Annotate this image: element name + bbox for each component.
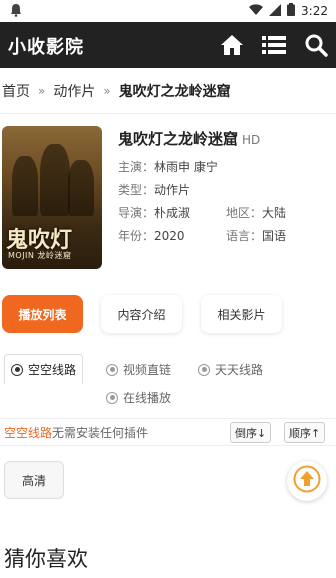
radio-icon xyxy=(106,363,118,376)
battery-icon xyxy=(287,3,296,19)
poster-subtitle: MOJIN 龙岭迷窟 xyxy=(8,251,72,260)
tab-related[interactable]: 相关影片 xyxy=(201,295,282,333)
breadcrumb-category[interactable]: 动作片 xyxy=(53,81,95,101)
cast-value: 林雨申 康宁 xyxy=(154,160,218,174)
year-label: 年份： xyxy=(118,229,155,243)
language-label: 语言： xyxy=(226,229,263,243)
app-title[interactable]: 小收影院 xyxy=(8,33,84,59)
cast-label: 主演： xyxy=(118,160,155,174)
language-value: 国语 xyxy=(262,229,287,243)
menu-list-icon[interactable] xyxy=(260,31,288,59)
movie-title: 鬼吹灯之龙岭迷窟 HD xyxy=(118,128,334,149)
cast-row: 主演：林雨申 康宁 xyxy=(118,158,334,174)
director-label: 导演： xyxy=(118,206,155,220)
arrow-up-icon xyxy=(293,465,321,497)
source-online[interactable]: 在线播放 xyxy=(106,389,171,406)
clock: 3:22 xyxy=(301,4,328,18)
source-direct-link[interactable]: 视频直链 xyxy=(106,361,171,378)
director-value: 朴成淑 xyxy=(154,206,191,220)
status-bar: 3:22 xyxy=(0,0,336,22)
sort-desc-button[interactable]: 倒序↓ xyxy=(230,422,272,443)
search-icon[interactable] xyxy=(302,31,330,59)
source-info-row: 空空线路 无需安装任何插件 倒序↓ 顺序↑ xyxy=(0,418,336,446)
source-kongkong[interactable]: 空空线路 xyxy=(4,354,84,384)
movie-poster[interactable]: 鬼吹灯 MOJIN 龙岭迷窟 xyxy=(2,126,102,269)
source-selector: 空空线路 视频直链 天天线路 在线播放 xyxy=(0,354,336,414)
sort-asc-button[interactable]: 顺序↑ xyxy=(284,422,326,443)
region-label: 地区： xyxy=(226,206,263,220)
home-icon[interactable] xyxy=(218,31,246,59)
type-label: 类型： xyxy=(118,183,155,197)
app-header: 小收影院 xyxy=(0,22,336,68)
source-info-highlight: 空空线路 xyxy=(4,425,53,440)
quality-badge: HD xyxy=(242,133,261,147)
source-label: 空空线路 xyxy=(28,363,77,377)
wifi-icon xyxy=(249,3,264,19)
tab-intro[interactable]: 内容介绍 xyxy=(101,295,182,333)
radio-icon xyxy=(106,391,118,404)
source-label: 在线播放 xyxy=(123,391,172,405)
breadcrumb-home[interactable]: 首页 xyxy=(2,81,30,101)
radio-icon xyxy=(198,363,210,376)
tab-bar: 播放列表 内容介绍 相关影片 xyxy=(0,295,336,335)
episode-button[interactable]: 高清 xyxy=(4,461,64,499)
director-row: 导演：朴成淑 地区：大陆 xyxy=(118,204,334,220)
movie-info: 鬼吹灯之龙岭迷窟 HD 主演：林雨申 康宁 类型：动作片 导演：朴成淑 地区：大陆… xyxy=(118,128,334,243)
notification-icon xyxy=(10,3,22,20)
movie-title-text: 鬼吹灯之龙岭迷窟 xyxy=(118,130,239,148)
scroll-top-button[interactable] xyxy=(287,461,327,501)
breadcrumb-separator: » xyxy=(38,83,46,98)
year-row: 年份：2020 语言：国语 xyxy=(118,227,334,243)
source-tiantian[interactable]: 天天线路 xyxy=(198,361,263,378)
radio-selected-icon xyxy=(11,363,23,376)
breadcrumb-separator: » xyxy=(103,83,111,98)
source-label: 视频直链 xyxy=(123,363,172,377)
type-value: 动作片 xyxy=(154,183,191,197)
region-value: 大陆 xyxy=(262,206,287,220)
signal-icon xyxy=(269,3,282,19)
breadcrumb: 首页 » 动作片 » 鬼吹灯之龙岭迷窟 xyxy=(0,68,336,114)
type-row: 类型：动作片 xyxy=(118,181,334,197)
breadcrumb-current: 鬼吹灯之龙岭迷窟 xyxy=(118,83,231,100)
year-value: 2020 xyxy=(154,229,185,243)
source-info-text: 无需安装任何插件 xyxy=(52,425,149,440)
section-title-recommend: 猜你喜欢 xyxy=(4,547,88,571)
source-label: 天天线路 xyxy=(215,363,264,377)
tab-playlist[interactable]: 播放列表 xyxy=(2,295,83,333)
